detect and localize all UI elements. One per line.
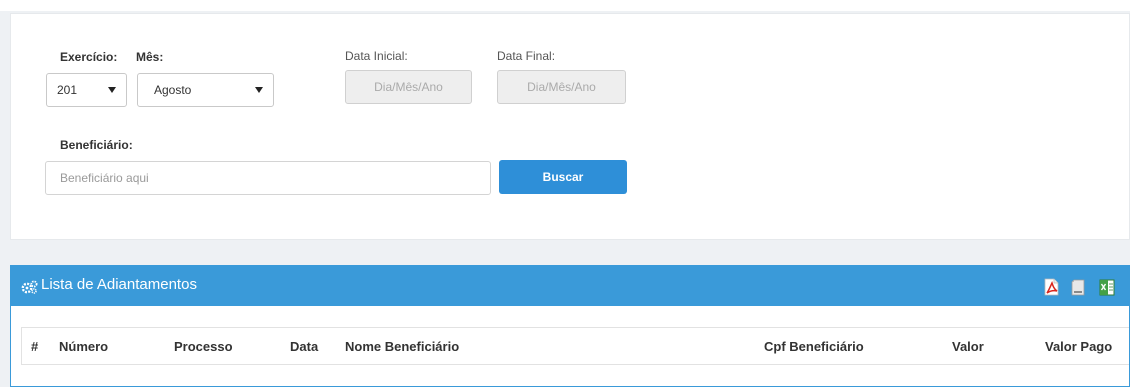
exercicio-value: 201	[57, 83, 78, 97]
chevron-down-icon	[108, 87, 116, 93]
top-strip	[0, 0, 1130, 11]
data-inicial-input[interactable]: Dia/Mês/Ano	[345, 70, 472, 104]
exercicio-select[interactable]: 201	[46, 73, 127, 107]
data-final-input[interactable]: Dia/Mês/Ano	[497, 70, 626, 104]
column-header[interactable]: Cpf Beneficiário	[764, 339, 864, 354]
column-header[interactable]: #	[31, 339, 38, 354]
mes-value: Agosto	[154, 83, 192, 97]
chevron-down-icon	[255, 87, 263, 93]
column-header[interactable]: Número	[59, 339, 108, 354]
pdf-export-icon[interactable]	[1041, 277, 1061, 297]
document-export-icon[interactable]	[1069, 277, 1089, 297]
data-final-label: Data Final:	[497, 49, 556, 63]
data-inicial-label: Data Inicial:	[345, 49, 408, 63]
column-header[interactable]: Nome Beneficiário	[345, 339, 459, 354]
column-header[interactable]: Processo	[174, 339, 233, 354]
exercicio-label: Exercício:	[60, 50, 118, 64]
data-final-placeholder: Dia/Mês/Ano	[527, 80, 596, 94]
list-header: Lista de Adiantamentos	[11, 266, 1129, 306]
excel-export-icon[interactable]	[1097, 277, 1117, 297]
column-header[interactable]: Valor Pago	[1045, 339, 1112, 354]
list-title: Lista de Adiantamentos	[41, 276, 197, 293]
mes-select[interactable]: Agosto	[137, 73, 274, 107]
filter-panel: Exercício: 201 Mês: Agosto Data Inicial:…	[10, 13, 1130, 240]
column-header[interactable]: Data	[290, 339, 318, 354]
column-header[interactable]: Valor	[952, 339, 984, 354]
beneficiario-label: Beneficiário:	[60, 138, 133, 152]
buscar-button[interactable]: Buscar	[499, 160, 627, 194]
adiantamentos-table: # Número Processo Data Nome Beneficiário…	[21, 327, 1129, 365]
data-inicial-placeholder: Dia/Mês/Ano	[374, 80, 443, 94]
list-panel: Lista de Adiantamentos # Número Processo…	[10, 265, 1130, 387]
gears-icon	[21, 280, 38, 294]
beneficiario-placeholder: Beneficiário aqui	[60, 171, 149, 185]
mes-label: Mês:	[136, 50, 164, 64]
beneficiario-input[interactable]: Beneficiário aqui	[45, 161, 491, 195]
